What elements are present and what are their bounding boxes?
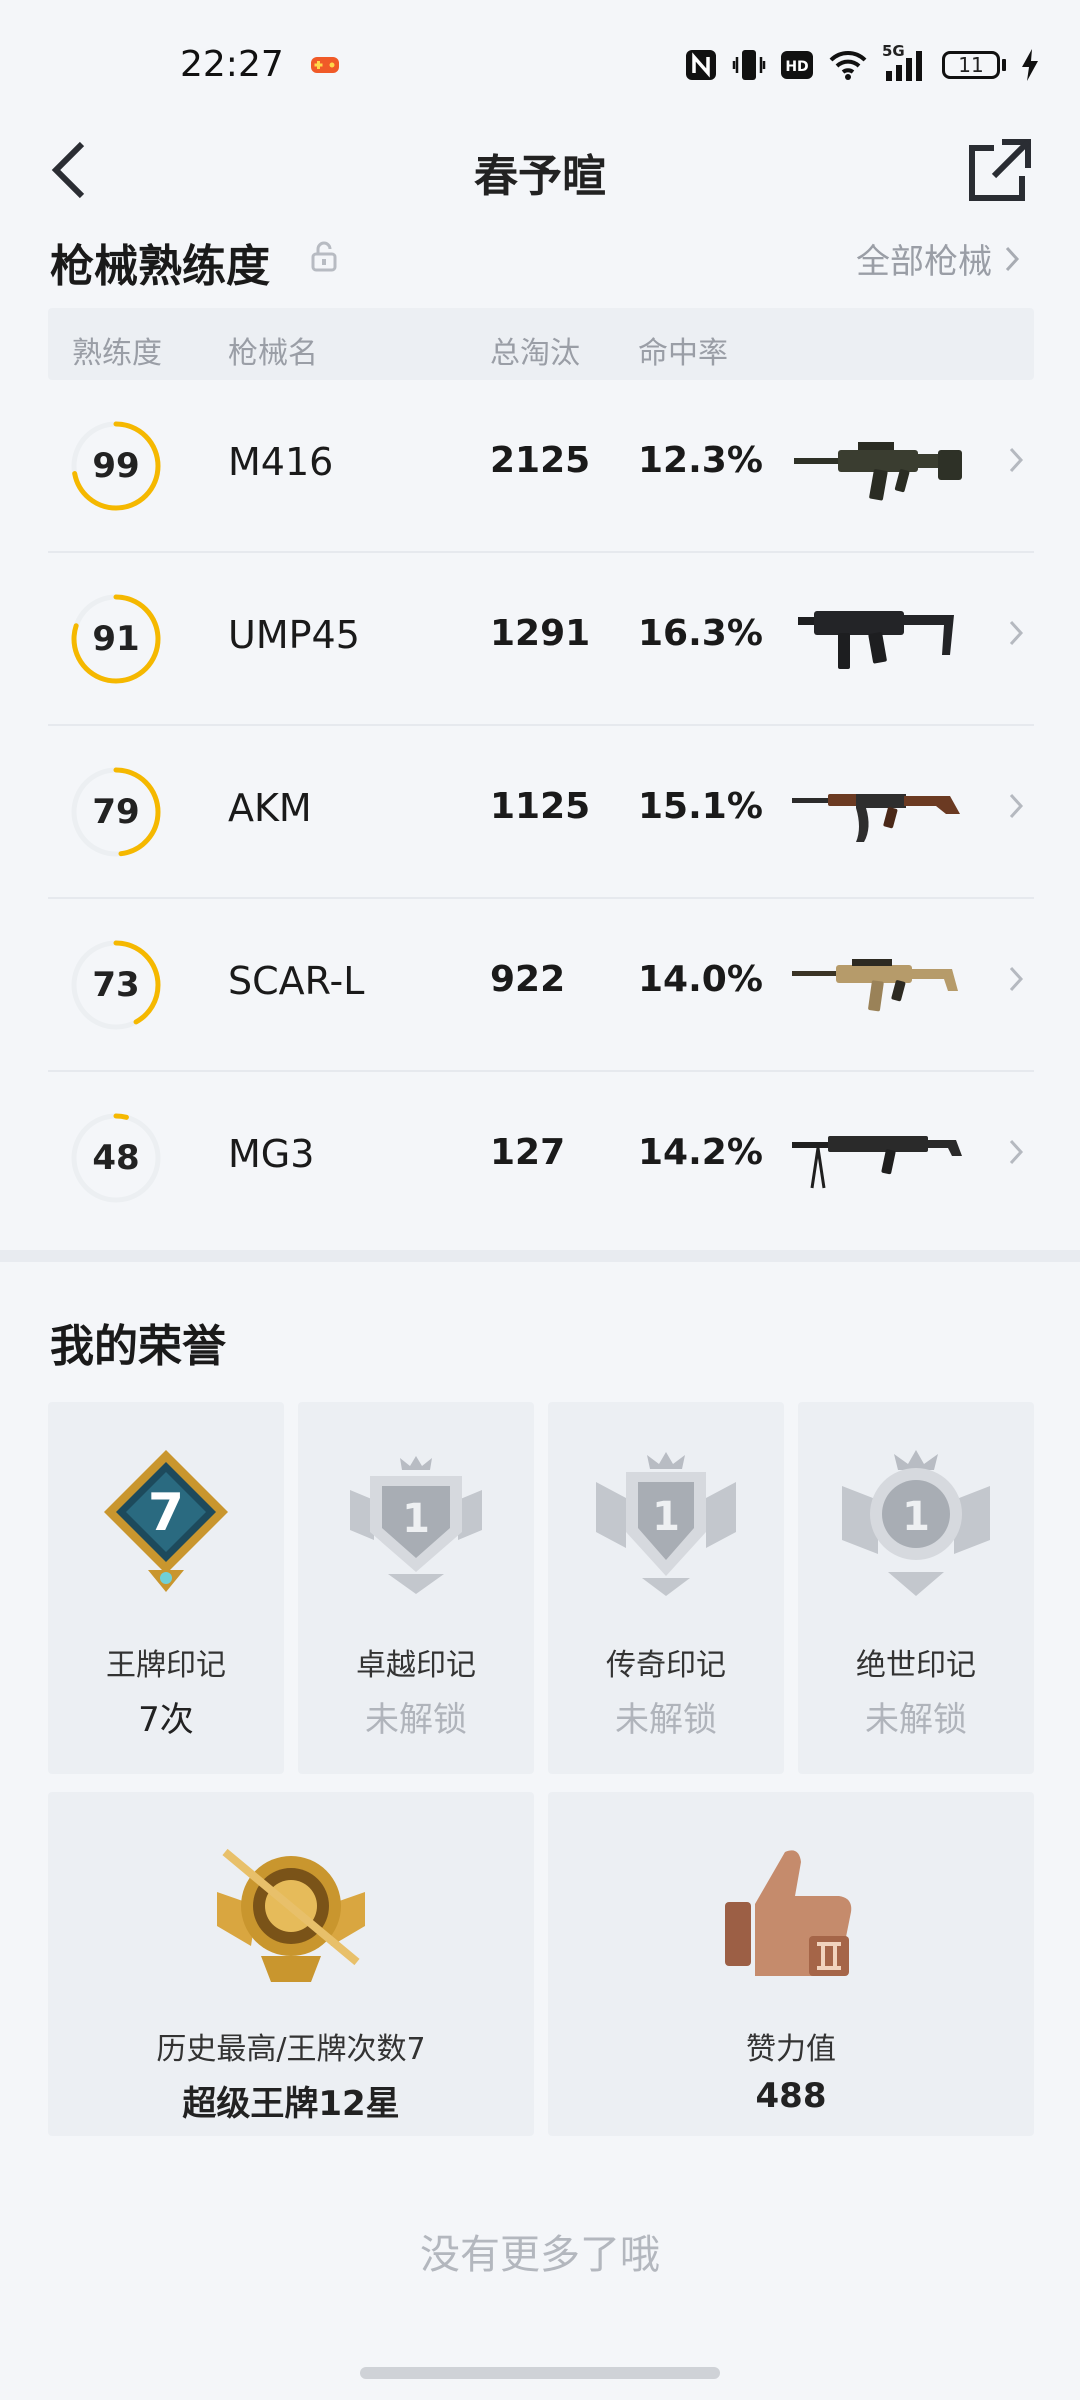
all-weapons-label: 全部枪械 [856, 242, 992, 282]
weapon-hit-rate: 14.0% [638, 959, 763, 1000]
chevron-right-icon [1009, 966, 1024, 992]
weapon-hit-rate: 16.3% [638, 613, 763, 654]
col-hit-rate: 命中率 [638, 336, 728, 371]
proficiency-value: 91 [92, 619, 140, 659]
weapon-list: 99 M416 2125 12.3% 91 UMP45 1291 16.3% 7… [48, 380, 1034, 1243]
weapon-name: MG3 [228, 1132, 315, 1176]
hd-icon: HD [780, 46, 814, 84]
honor-section: 我的荣誉 7 王牌印记 7次 1 卓越印记 未解锁 1 传奇印记 未解锁 1 绝… [0, 1262, 1080, 2400]
weapon-section-header: 枪械熟练度 全部枪械 [0, 220, 1080, 300]
ace-rank-emblem-icon [217, 1848, 365, 1982]
weapon-section-title: 枪械熟练度 [50, 241, 270, 292]
honor-value: 未解锁 [615, 1700, 717, 1740]
honor-label: 卓越印记 [356, 1648, 476, 1683]
thumbs-up-icon [725, 1850, 852, 1976]
likes-value: 488 [755, 2076, 827, 2116]
proficiency-value: 99 [92, 446, 140, 486]
page-title: 春予暄 [474, 151, 606, 202]
col-weapon-name: 枪械名 [228, 336, 318, 371]
highest-rank-card[interactable]: 历史最高/王牌次数7 超级王牌12星 [48, 1792, 534, 2136]
peerless-badge-number: 1 [902, 1494, 930, 1540]
vibrate-icon [732, 46, 766, 84]
weapon-hit-rate: 15.1% [638, 786, 763, 827]
weapon-table-header: 熟练度 枪械名 总淘汰 命中率 [48, 308, 1034, 380]
battery-indicator: 11 [942, 51, 1006, 79]
chevron-right-icon [1005, 246, 1020, 271]
weapon-name: M416 [228, 440, 334, 484]
status-icons: HD 5G 11 [684, 42, 1040, 84]
honor-section-title: 我的荣誉 [50, 1321, 226, 1372]
honor-value: 7次 [138, 1700, 194, 1740]
status-time: 22:27 [180, 44, 284, 85]
signal-5g-icon: 5G [882, 42, 928, 84]
chevron-right-icon [1009, 1139, 1024, 1165]
honor-value: 未解锁 [365, 1700, 467, 1740]
likes-label: 赞力值 [746, 2032, 836, 2067]
ace-mark-badge-icon: 7 [104, 1450, 228, 1592]
charging-icon [1020, 46, 1040, 84]
chevron-right-icon [1009, 620, 1024, 646]
all-weapons-link[interactable]: 全部枪械 [856, 234, 1020, 283]
section-divider [0, 1250, 1080, 1262]
weapon-hit-rate: 12.3% [638, 440, 763, 481]
honor-card-peerless[interactable]: 1 绝世印记 未解锁 [798, 1402, 1034, 1774]
honor-value: 未解锁 [865, 1700, 967, 1740]
excellence-mark-badge-icon: 1 [350, 1456, 482, 1594]
status-bar: 22:27 HD 5G 11 [0, 0, 1080, 130]
top-nav: 春予暄 [0, 120, 1080, 220]
ump45-smg-icon [798, 611, 954, 669]
honor-card-excellence[interactable]: 1 卓越印记 未解锁 [298, 1402, 534, 1774]
weapon-name: AKM [228, 786, 312, 830]
legend-mark-badge-icon: 1 [596, 1452, 736, 1596]
excellence-badge-number: 1 [402, 1496, 430, 1542]
home-indicator[interactable] [360, 2367, 720, 2379]
honor-card-ace[interactable]: 7 王牌印记 7次 [48, 1402, 284, 1774]
legend-badge-number: 1 [652, 1494, 680, 1540]
network-label: 5G [882, 42, 905, 60]
col-proficiency: 熟练度 [72, 336, 162, 371]
highest-rank-value: 超级王牌12星 [182, 2084, 400, 2124]
weapon-kills: 922 [490, 959, 566, 1000]
likes-card[interactable]: 赞力值 488 [548, 1792, 1034, 2136]
weapon-name: SCAR-L [228, 959, 365, 1003]
honor-card-legend[interactable]: 1 传奇印记 未解锁 [548, 1402, 784, 1774]
honor-label: 绝世印记 [856, 1648, 976, 1683]
chevron-right-icon [1009, 793, 1024, 819]
proficiency-value: 79 [92, 792, 140, 832]
weapon-proficiency-section: 枪械熟练度 全部枪械 熟练度 枪械名 总淘汰 命中率 99 M416 2125 … [0, 220, 1080, 1203]
honor-label: 王牌印记 [106, 1648, 226, 1683]
weapon-row-m416[interactable]: 99 M416 2125 12.3% [48, 380, 1034, 553]
weapon-row-scar-l[interactable]: 73 SCAR-L 922 14.0% [48, 899, 1034, 1072]
battery-level: 11 [942, 51, 1000, 79]
weapon-row-mg3[interactable]: 48 MG3 127 14.2% [48, 1072, 1034, 1243]
share-icon [969, 139, 1031, 201]
weapon-kills: 127 [490, 1132, 566, 1173]
chevron-right-icon [1009, 447, 1024, 473]
col-kills: 总淘汰 [490, 336, 580, 371]
m416-rifle-icon [794, 442, 962, 501]
weapon-row-akm[interactable]: 79 AKM 1125 15.1% [48, 726, 1034, 899]
hd-text: HD [785, 59, 808, 75]
share-button[interactable] [960, 128, 1040, 212]
weapon-kills: 1291 [490, 613, 591, 654]
weapon-kills: 1125 [490, 786, 591, 827]
ace-badge-number: 7 [148, 1483, 184, 1543]
proficiency-value: 73 [92, 965, 140, 1005]
proficiency-value: 48 [92, 1138, 140, 1178]
mg3-machine-gun-icon [792, 1136, 962, 1189]
peerless-mark-badge-icon: 1 [842, 1450, 990, 1596]
weapon-row-ump45[interactable]: 91 UMP45 1291 16.3% [48, 553, 1034, 726]
weapon-kills: 2125 [490, 440, 591, 481]
unlock-icon[interactable] [310, 240, 338, 272]
no-more-text: 没有更多了哦 [420, 2232, 660, 2278]
nfc-icon [684, 46, 718, 84]
wifi-icon [828, 46, 868, 84]
honor-label: 传奇印记 [606, 1648, 726, 1683]
weapon-name: UMP45 [228, 613, 360, 657]
weapon-hit-rate: 14.2% [638, 1132, 763, 1173]
highest-rank-label: 历史最高/王牌次数7 [156, 2032, 426, 2067]
akm-rifle-icon [792, 794, 960, 842]
scar-l-rifle-icon [792, 959, 958, 1012]
game-app-icon [311, 57, 339, 73]
